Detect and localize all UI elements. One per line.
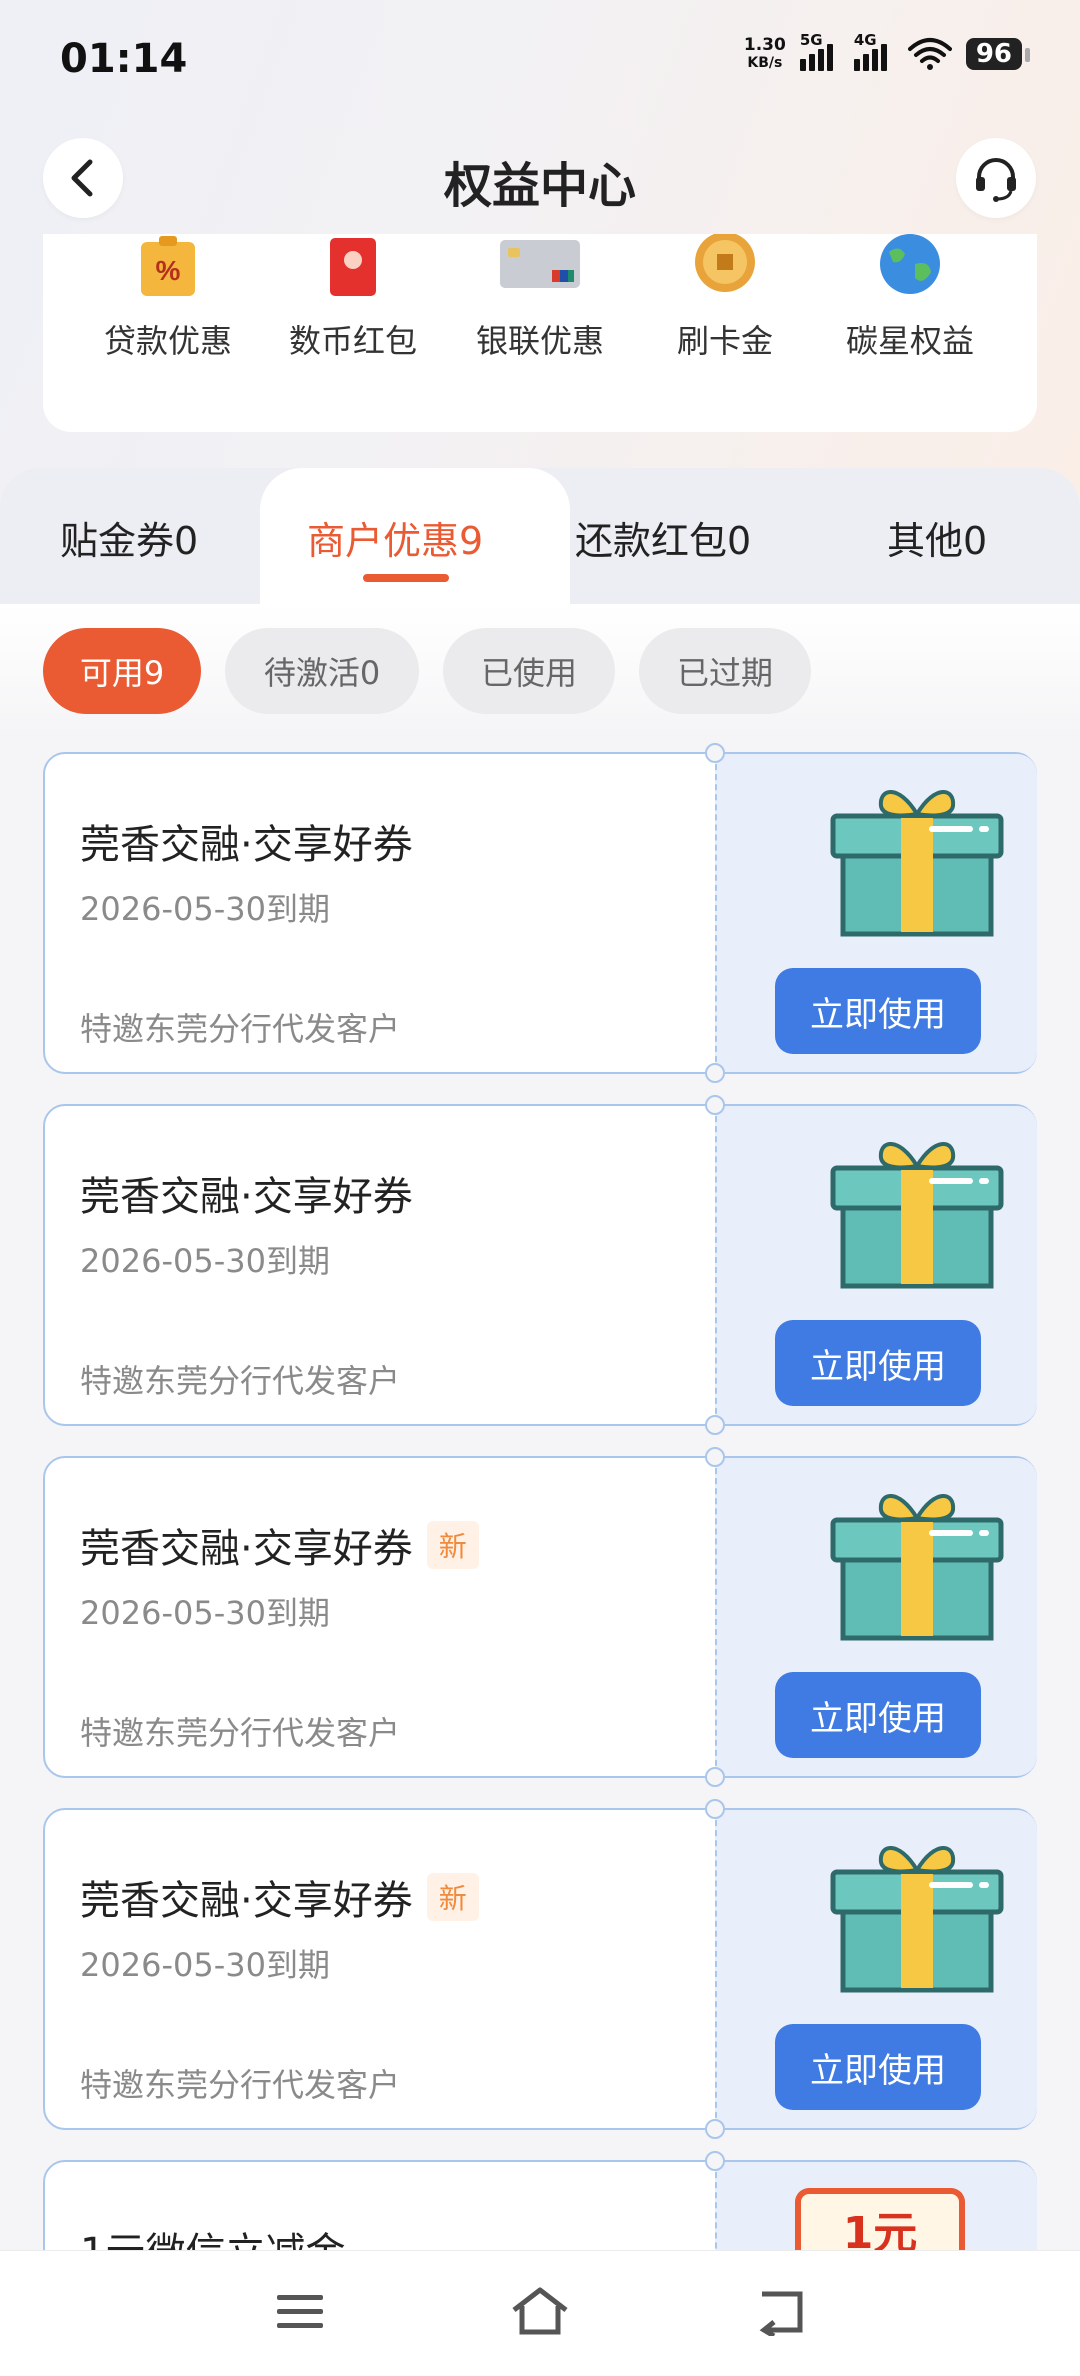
coupon-title-text: 莞香交融·交享好券 bbox=[80, 1526, 413, 1572]
signal-5g-icon: 5G bbox=[799, 31, 840, 71]
coupon-card: 莞香交融·交享好券 2026-05-30到期 特邀东莞分行代发客户 立即使用 bbox=[43, 743, 1037, 1083]
coupon-expiry: 2026-05-30到期 bbox=[80, 1242, 330, 1280]
benefit-digital-red-packet[interactable]: 数币红包 bbox=[258, 234, 448, 362]
earth-icon bbox=[875, 234, 945, 304]
headset-icon bbox=[976, 158, 1016, 202]
use-now-button[interactable]: 立即使用 bbox=[775, 968, 981, 1054]
coupon-card: 莞香交融·交享好券 新 2026-05-30到期 特邀东莞分行代发客户 立即使用 bbox=[43, 1447, 1037, 1787]
use-now-button[interactable]: 立即使用 bbox=[775, 1320, 981, 1406]
gift-box-icon bbox=[830, 1846, 1004, 1993]
loan-bag-icon: % bbox=[133, 234, 203, 304]
filter-expired[interactable]: 已过期 bbox=[639, 628, 811, 714]
status-time: 01:14 bbox=[60, 36, 188, 82]
coupon-notch bbox=[705, 1799, 725, 1819]
coupon-notch bbox=[705, 2151, 725, 2171]
unionpay-card-icon bbox=[500, 234, 580, 304]
signal-4g-label: 4G bbox=[853, 31, 877, 49]
coupon-notch bbox=[705, 1095, 725, 1115]
tab-merchant-offers[interactable]: 商户优惠9 bbox=[307, 510, 483, 565]
coupon-notch bbox=[705, 1767, 725, 1787]
coupon-description: 特邀东莞分行代发客户 bbox=[80, 1362, 401, 1400]
coupon-expiry: 2026-05-30到期 bbox=[80, 1946, 330, 1984]
benefit-label: 数币红包 bbox=[288, 322, 417, 360]
coupon-notch bbox=[705, 743, 725, 763]
gold-coin-icon bbox=[690, 232, 760, 304]
coupon-description: 特邀东莞分行代发客户 bbox=[80, 2066, 401, 2104]
coupon-card: 莞香交融·交享好券 2026-05-30到期 特邀东莞分行代发客户 立即使用 bbox=[43, 1095, 1037, 1435]
benefit-carbon-star[interactable]: 碳星权益 bbox=[815, 234, 1005, 362]
use-now-button[interactable]: 立即使用 bbox=[775, 2024, 981, 2110]
benefit-loan[interactable]: % 贷款优惠 bbox=[73, 234, 263, 362]
coupon-action-pane: 立即使用 bbox=[715, 1458, 1037, 1776]
coupon-title-text: 莞香交融·交享好券 bbox=[80, 1174, 413, 1220]
battery-icon: 96 bbox=[965, 38, 1031, 70]
coupon-notch bbox=[705, 1415, 725, 1435]
coupon-title: 莞香交融·交享好券 新 bbox=[80, 1516, 479, 1574]
net-speed: 1.30 KB/s bbox=[744, 36, 786, 72]
benefit-unionpay[interactable]: 银联优惠 bbox=[445, 234, 635, 362]
coupon-title-text: 莞香交融·交享好券 bbox=[80, 1878, 413, 1924]
signal-5g-label: 5G bbox=[799, 31, 823, 49]
coupon-expiry: 2026-05-30到期 bbox=[80, 890, 330, 928]
benefit-card-gold[interactable]: 刷卡金 bbox=[630, 232, 820, 362]
coupon-expiry: 2026-05-30到期 bbox=[80, 1594, 330, 1632]
gift-box-icon bbox=[830, 1494, 1004, 1641]
new-badge: 新 bbox=[426, 1873, 479, 1921]
back-icon bbox=[759, 2291, 803, 2336]
coupon-card: 莞香交融·交享好券 新 2026-05-30到期 特邀东莞分行代发客户 立即使用 bbox=[43, 1799, 1037, 2139]
coupon-action-pane: 立即使用 bbox=[715, 1810, 1037, 2128]
red-envelope-icon bbox=[318, 234, 388, 304]
menu-icon bbox=[277, 2295, 323, 2328]
filter-pending-activation[interactable]: 待激活0 bbox=[225, 628, 419, 714]
coupon-notch bbox=[705, 2119, 725, 2139]
status-bar: 01:14 1.30 KB/s 5G 4G 96 bbox=[0, 0, 1080, 120]
system-nav-bar bbox=[0, 2250, 1080, 2376]
active-tab-indicator bbox=[363, 574, 449, 582]
coupon-title: 莞香交融·交享好券 bbox=[80, 812, 413, 870]
tab-repayment-red-packet[interactable]: 还款红包0 bbox=[575, 510, 751, 565]
signal-4g-icon: 4G bbox=[853, 31, 894, 71]
coupon-action-pane: 立即使用 bbox=[715, 1106, 1037, 1424]
filter-used[interactable]: 已使用 bbox=[443, 628, 615, 714]
use-now-button[interactable]: 立即使用 bbox=[775, 1672, 981, 1758]
benefit-label: 刷卡金 bbox=[676, 322, 773, 360]
net-speed-unit: KB/s bbox=[747, 55, 783, 71]
gift-box-icon bbox=[830, 790, 1004, 937]
page-title: 权益中心 bbox=[443, 158, 636, 214]
coupon-notch bbox=[705, 1063, 725, 1083]
svg-text:%: % bbox=[156, 255, 181, 286]
coupon-title: 莞香交融·交享好券 新 bbox=[80, 1868, 479, 1926]
benefit-label: 银联优惠 bbox=[475, 322, 604, 360]
wifi-icon bbox=[907, 38, 952, 70]
tab-other[interactable]: 其他0 bbox=[887, 510, 987, 565]
coupon-action-pane: 立即使用 bbox=[715, 754, 1037, 1072]
benefit-label: 碳星权益 bbox=[845, 322, 974, 360]
net-speed-value: 1.30 bbox=[743, 35, 786, 55]
coupon-title-text: 莞香交融·交享好券 bbox=[80, 822, 413, 868]
benefit-label: 贷款优惠 bbox=[103, 322, 232, 360]
home-icon bbox=[512, 2287, 568, 2335]
back-nav-button[interactable] bbox=[745, 2281, 815, 2341]
coupon-description: 特邀东莞分行代发客户 bbox=[80, 1714, 401, 1752]
status-icons: 1.30 KB/s 5G 4G 96 bbox=[744, 31, 1031, 72]
customer-service-button[interactable] bbox=[956, 138, 1036, 218]
benefits-card: % 贷款优惠 数币红包 银联优惠 刷卡金 碳星权益 bbox=[43, 232, 1037, 432]
menu-button[interactable] bbox=[265, 2281, 335, 2341]
coupon-notch bbox=[705, 1447, 725, 1467]
tab-gold-coupon[interactable]: 贴金券0 bbox=[60, 510, 198, 565]
coupon-title: 莞香交融·交享好券 bbox=[80, 1164, 413, 1222]
new-badge: 新 bbox=[426, 1521, 479, 1569]
home-button[interactable] bbox=[505, 2281, 575, 2341]
coupon-description: 特邀东莞分行代发客户 bbox=[80, 1010, 401, 1048]
gift-box-icon bbox=[830, 1142, 1004, 1289]
filter-available[interactable]: 可用9 bbox=[43, 628, 201, 714]
